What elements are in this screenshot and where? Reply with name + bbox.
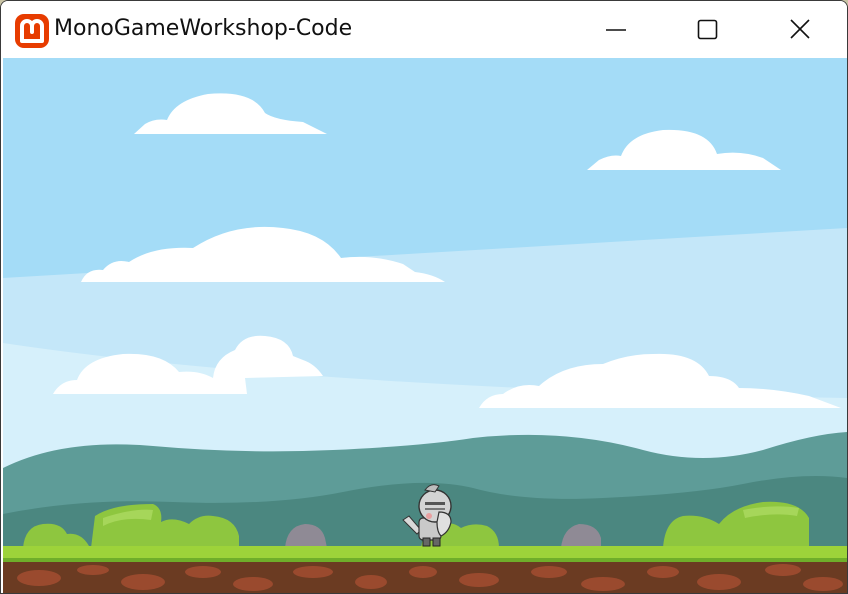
game-window: MonoGameWorkshop-Code [0, 0, 848, 594]
grass [3, 546, 847, 560]
minimize-button[interactable] [570, 1, 662, 58]
title-bar[interactable]: MonoGameWorkshop-Code [1, 1, 847, 58]
monogame-logo-icon [15, 14, 49, 48]
close-icon [790, 19, 810, 39]
game-scene [3, 58, 847, 593]
maximize-icon [697, 19, 718, 40]
game-viewport[interactable] [3, 58, 847, 593]
minimize-icon [606, 29, 626, 31]
maximize-button[interactable] [662, 1, 754, 58]
close-button[interactable] [754, 1, 846, 58]
window-title: MonoGameWorkshop-Code [54, 16, 353, 41]
